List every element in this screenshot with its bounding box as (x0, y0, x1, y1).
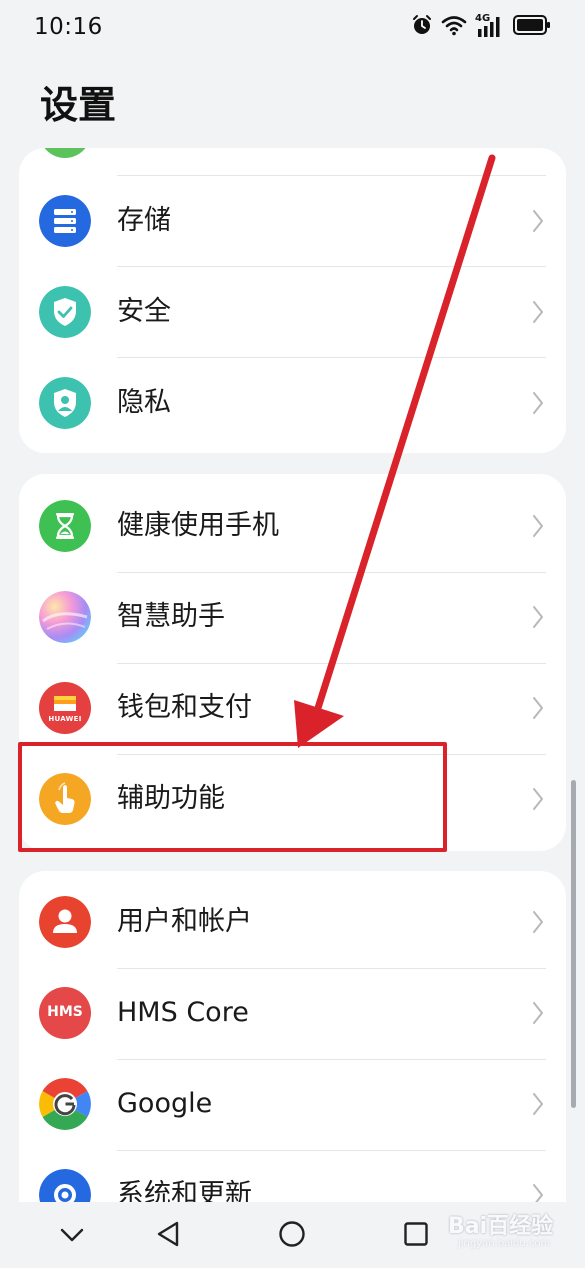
home-button[interactable] (268, 1212, 316, 1260)
watermark-subtext: jingyan.baidu.com (458, 1238, 551, 1249)
hms-icon-text: HMS (47, 1004, 83, 1020)
chevron-right-icon (532, 1092, 544, 1120)
user-icon (39, 896, 91, 948)
page-title: 设置 (40, 83, 117, 127)
home-circle-icon (278, 1220, 306, 1252)
settings-item-label: 安全 (117, 296, 171, 327)
shield-check-icon (39, 286, 91, 338)
chevron-right-icon (532, 300, 544, 328)
settings-item-security[interactable]: 安全 (19, 267, 566, 358)
settings-item-label: 存储 (117, 205, 171, 236)
settings-item-privacy[interactable]: 隐私 (19, 358, 566, 449)
watermark: Bai百经验 jingyan.baidu.com (448, 1208, 568, 1258)
chevron-right-icon (532, 787, 544, 815)
settings-item-label: 健康使用手机 (117, 510, 279, 541)
storage-icon (39, 195, 91, 247)
settings-group-3: 用户和帐户 HMS HMS Core Google 系统和更新 (19, 871, 566, 1231)
settings-item-label: Google (117, 1088, 213, 1119)
settings-item-users-accounts[interactable]: 用户和帐户 (19, 877, 566, 968)
wallet-brand-text: HUAWEI (48, 715, 82, 723)
settings-item-smart-assistant[interactable]: 智慧助手 (19, 572, 566, 663)
chevron-right-icon (532, 1001, 544, 1029)
collapse-button[interactable] (48, 1212, 96, 1260)
settings-item-storage[interactable]: 存储 (19, 176, 566, 267)
chevron-right-icon (532, 209, 544, 237)
settings-item-label: 用户和帐户 (117, 906, 252, 937)
settings-item-label: 智慧助手 (117, 601, 225, 632)
recents-button[interactable] (392, 1212, 440, 1260)
privacy-shield-icon (39, 377, 91, 429)
battery-icon (513, 14, 551, 40)
settings-group-2: 健康使用手机 智慧助手 HUAWEI 钱包和支付 辅助功能 (19, 474, 566, 851)
settings-group-1: 存储 安全 隐私 (19, 148, 566, 453)
google-icon (39, 1078, 91, 1130)
recents-square-icon (403, 1221, 429, 1251)
chevron-right-icon (532, 514, 544, 542)
settings-item-label: 辅助功能 (117, 783, 225, 814)
settings-item-accessibility[interactable]: 辅助功能 (19, 754, 566, 845)
hourglass-icon (39, 500, 91, 552)
chevron-right-icon (532, 910, 544, 938)
back-triangle-icon (155, 1220, 181, 1252)
assistant-orb-icon (39, 591, 91, 643)
scrollbar[interactable] (571, 780, 576, 1108)
settings-item-label: 隐私 (117, 387, 171, 418)
collapse-chevron-icon (60, 1227, 84, 1246)
settings-item-label: HMS Core (117, 997, 249, 1028)
partial-item-icon (39, 148, 91, 158)
back-button[interactable] (144, 1212, 192, 1260)
alarm-icon (411, 14, 433, 40)
wallet-icon: HUAWEI (39, 682, 91, 734)
chevron-right-icon (532, 696, 544, 724)
status-icons: 4G (411, 13, 551, 40)
status-bar: 10:16 4G (0, 0, 585, 56)
watermark-text: Bai百经验 (448, 1214, 554, 1239)
status-time: 10:16 (34, 14, 103, 40)
settings-item-hms-core[interactable]: HMS HMS Core (19, 968, 566, 1059)
hms-core-icon: HMS (39, 987, 91, 1039)
settings-item-google[interactable]: Google (19, 1059, 566, 1150)
settings-item-label: 钱包和支付 (117, 692, 252, 723)
settings-item-digital-balance[interactable]: 健康使用手机 (19, 481, 566, 572)
accessibility-hand-icon (39, 773, 91, 825)
chevron-right-icon (532, 605, 544, 633)
wifi-icon (441, 14, 467, 40)
settings-item-wallet-payment[interactable]: HUAWEI 钱包和支付 (19, 663, 566, 754)
chevron-right-icon (532, 391, 544, 419)
signal-icon: 4G (475, 13, 505, 39)
